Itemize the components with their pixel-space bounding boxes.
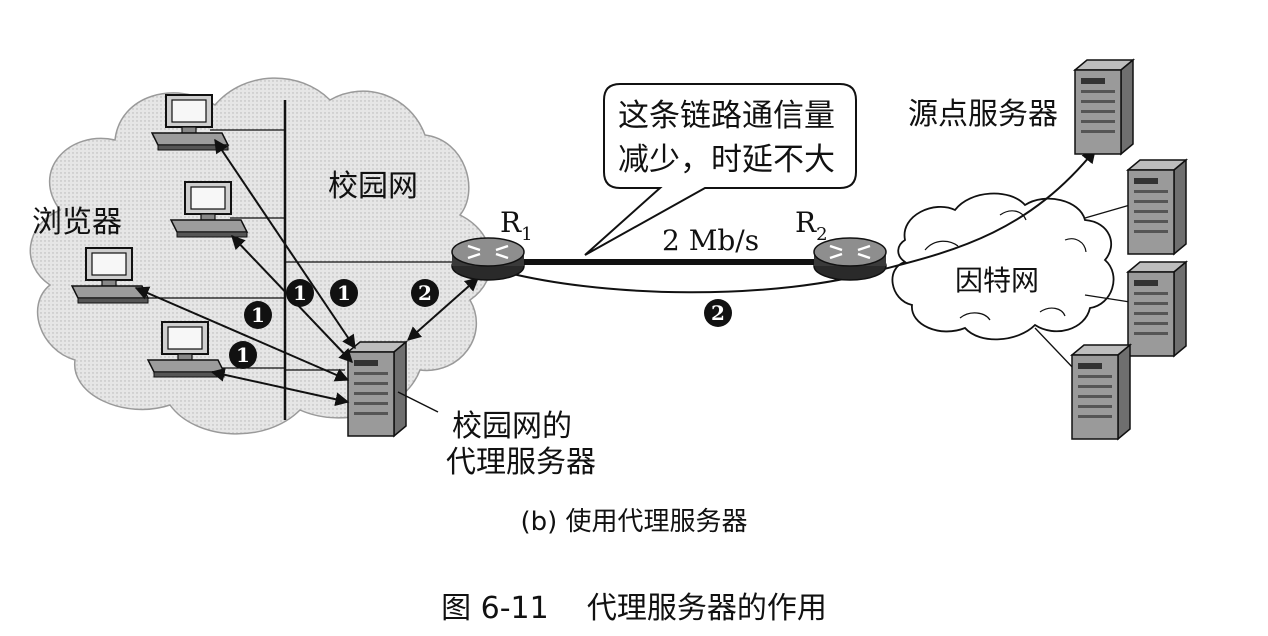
figure-caption: 图 6-11 代理服务器的作用: [441, 591, 827, 626]
internet-label: 因特网: [955, 264, 1039, 297]
marker-1-b: 1: [286, 279, 314, 307]
marker-2-a: 2: [411, 279, 439, 307]
router-r1: [450, 236, 526, 282]
router-r2-label: R2: [795, 206, 828, 245]
subcaption: (b) 使用代理服务器: [520, 507, 747, 537]
proxy-server: [347, 341, 407, 437]
callout-text-line1: 这条链路通信量: [618, 98, 835, 134]
internet-server-3: [1071, 344, 1131, 440]
internet-server-2: [1127, 261, 1187, 357]
internet-server-1: [1127, 159, 1187, 255]
marker-2-b: 2: [704, 299, 732, 327]
svg-text:2: 2: [418, 281, 432, 305]
campus-net-label: 校园网: [328, 169, 418, 204]
proxy-label-line1: 校园网的: [452, 409, 572, 444]
marker-1-d: 1: [229, 341, 257, 369]
marker-1-c: 1: [330, 279, 358, 307]
svg-text:1: 1: [236, 343, 250, 367]
svg-text:1: 1: [337, 281, 351, 305]
proxy-server-diagram: 这条链路通信量 减少，时延不大 1 1 1 1 2 2 浏览器 校园网 校园网的…: [29, 59, 1187, 626]
browser-label: 浏览器: [32, 205, 122, 240]
svg-text:1: 1: [251, 303, 265, 327]
callout-text-line2: 减少，时延不大: [618, 142, 835, 178]
marker-1-a: 1: [244, 301, 272, 329]
origin-server-label: 源点服务器: [908, 97, 1058, 132]
svg-text:2: 2: [711, 301, 725, 325]
proxy-label-line2: 代理服务器: [446, 445, 596, 480]
origin-server: [1074, 59, 1134, 155]
diagram-stage: 这条链路通信量 减少，时延不大 1 1 1 1 2 2 浏览器 校园网 校园网的…: [0, 0, 1268, 636]
link-speed-label: 2 Mb/s: [662, 224, 759, 257]
svg-text:1: 1: [293, 281, 307, 305]
